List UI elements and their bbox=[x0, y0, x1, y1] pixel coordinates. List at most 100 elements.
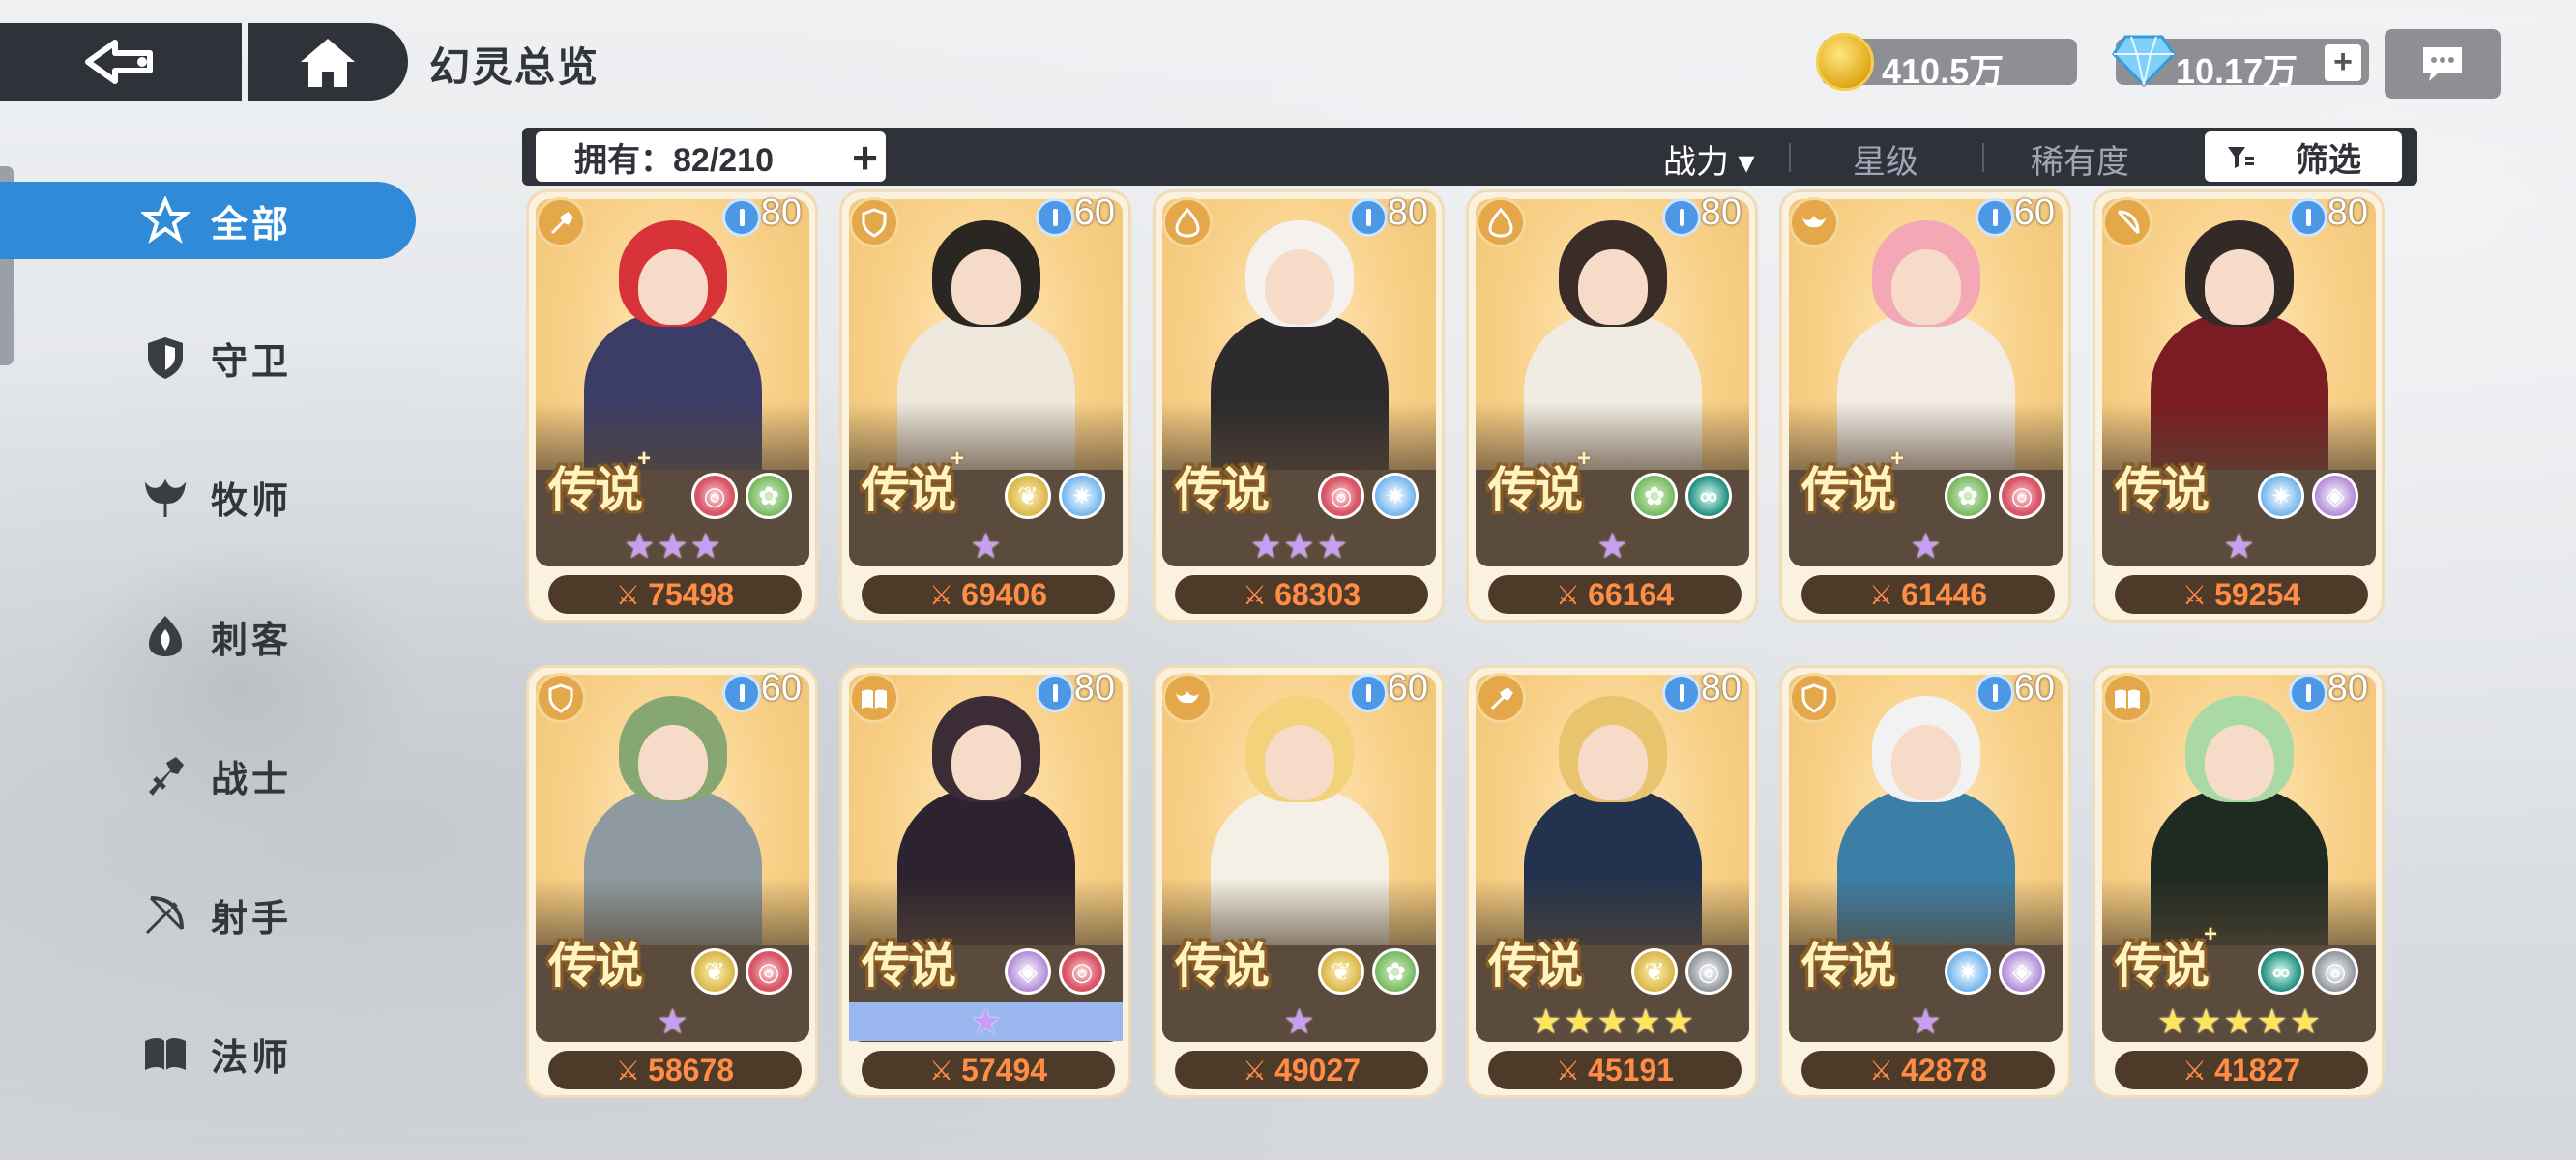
power-value: 69406 bbox=[961, 576, 1048, 612]
combat-power: ⚔ 68303 bbox=[1175, 575, 1428, 614]
combat-power: ⚔ 49027 bbox=[1175, 1051, 1428, 1089]
power-value: 58678 bbox=[648, 1052, 735, 1088]
element-gray-icon: ◎ bbox=[1685, 948, 1732, 995]
star-icon: ★ bbox=[2156, 1001, 2189, 1041]
hero-card[interactable]: 80 传说 ◎ ✷ ★ ★ ★ ⚔ 68303 bbox=[1153, 189, 1445, 623]
hero-card[interactable]: 60 传说 ✷ ◈ ★ ⚔ 42878 bbox=[1779, 665, 2071, 1098]
star-icon: ★ bbox=[1250, 526, 1282, 566]
rarity-label: 传说 bbox=[1488, 463, 1583, 517]
element-red-icon: ◎ bbox=[746, 948, 792, 995]
hero-level: 60 bbox=[1073, 192, 1115, 233]
element-purple-icon: ◈ bbox=[1999, 948, 2045, 995]
combat-power: ⚔ 59254 bbox=[2115, 575, 2368, 614]
sidebar-item-label: 法师 bbox=[211, 1037, 293, 1079]
archer-icon bbox=[145, 896, 184, 935]
star-icon: ★ bbox=[1596, 1001, 1628, 1041]
filter-label: 筛选 bbox=[2296, 141, 2361, 179]
page-title: 幻灵总览 bbox=[429, 44, 600, 90]
star-rating: ★ bbox=[849, 1001, 1123, 1041]
hero-card[interactable]: 60 传说 + ❦ ✷ ★ ⚔ 69406 bbox=[839, 189, 1131, 623]
back-button[interactable] bbox=[0, 23, 242, 101]
crossed-swords-icon: ⚔ bbox=[1555, 1055, 1581, 1086]
hero-card[interactable]: 60 传说 ❦ ✿ ★ ⚔ 49027 bbox=[1153, 665, 1445, 1098]
class-archer-icon bbox=[2102, 197, 2152, 247]
gold-currency: 410.5万 bbox=[1816, 33, 2077, 91]
element-green-icon: ✿ bbox=[1372, 948, 1419, 995]
rarity-plus: + bbox=[637, 446, 652, 472]
hero-level: 80 bbox=[1387, 192, 1428, 233]
hero-card[interactable]: 80 传说 ❦ ◎ ★ ★ ★ ★ ★ ⚔ 45191 bbox=[1466, 665, 1758, 1098]
owned-count-box[interactable]: 拥有：82/210 + bbox=[536, 131, 886, 184]
class-warrior-icon bbox=[1476, 673, 1526, 723]
class-mage-icon bbox=[2102, 673, 2152, 723]
level-info-icon bbox=[1036, 198, 1074, 237]
rarity-label: 传说 bbox=[1488, 939, 1583, 993]
crossed-swords-icon: ⚔ bbox=[2181, 1055, 2208, 1086]
sidebar-item-label: 刺客 bbox=[211, 620, 293, 661]
power-value: 61446 bbox=[1901, 576, 1988, 612]
power-value: 66164 bbox=[1588, 576, 1675, 612]
sidebar-item-priest[interactable]: 牧师 bbox=[0, 458, 416, 536]
sort-by-power[interactable]: 战力 ▾ bbox=[1663, 135, 1755, 183]
rarity-plus: + bbox=[1890, 446, 1905, 472]
filter-button[interactable]: 筛选 bbox=[2205, 131, 2402, 182]
star-icon: ★ bbox=[1662, 1001, 1695, 1041]
power-value: 45191 bbox=[1588, 1052, 1675, 1088]
sidebar-item-warrior[interactable]: 战士 bbox=[0, 737, 416, 814]
power-value: 68303 bbox=[1274, 576, 1361, 612]
sort-by-stars[interactable]: 星级 bbox=[1853, 135, 1918, 183]
rarity-label: 传说 bbox=[548, 939, 643, 993]
hero-level: 80 bbox=[1700, 192, 1742, 233]
element-red-icon: ◎ bbox=[691, 473, 738, 519]
hero-card[interactable]: 80 传说 ◈ ◎ ★ ⚔ 57494 bbox=[839, 665, 1131, 1098]
sidebar-item-all[interactable]: 全部 bbox=[0, 182, 416, 259]
hero-level: 80 bbox=[760, 192, 802, 233]
class-assassin-icon bbox=[1476, 197, 1526, 247]
sidebar-item-mage[interactable]: 法师 bbox=[0, 1015, 416, 1092]
hero-card[interactable]: 80 传说 ✷ ◈ ★ ⚔ 59254 bbox=[2093, 189, 2385, 623]
chat-button[interactable] bbox=[2385, 29, 2501, 99]
home-button[interactable] bbox=[248, 23, 408, 101]
hero-card[interactable]: 60 传说 + ✿ ◎ ★ ⚔ 61446 bbox=[1779, 189, 2071, 623]
hero-card[interactable]: 80 传说 + ✿ ∞ ★ ⚔ 66164 bbox=[1466, 189, 1758, 623]
combat-power: ⚔ 61446 bbox=[1801, 575, 2055, 614]
hero-card[interactable]: 80 传说 + ◎ ✿ ★ ★ ★ ⚔ 75498 bbox=[526, 189, 818, 623]
element-gold-icon: ❦ bbox=[1631, 948, 1678, 995]
plus-icon[interactable]: + bbox=[852, 131, 878, 184]
class-priest-icon bbox=[1162, 673, 1213, 723]
star-rating: ★ ★ ★ ★ ★ bbox=[2102, 1001, 2376, 1041]
star-icon: ★ bbox=[2223, 526, 2255, 566]
star-rating: ★ bbox=[1162, 1001, 1436, 1041]
element-blue-icon: ✷ bbox=[1059, 473, 1105, 519]
element-red-icon: ◎ bbox=[1999, 473, 2045, 519]
crossed-swords-icon: ⚔ bbox=[1868, 1055, 1894, 1086]
element-gold-icon: ❦ bbox=[1318, 948, 1364, 995]
sidebar-item-archer[interactable]: 射手 bbox=[0, 876, 416, 953]
rarity-label: 传说 bbox=[1175, 939, 1270, 993]
star-rating: ★ bbox=[1476, 526, 1749, 566]
star-rating: ★ bbox=[1789, 1001, 2063, 1041]
element-teal-icon: ∞ bbox=[2258, 948, 2304, 995]
level-info-icon bbox=[2289, 674, 2327, 712]
hero-card[interactable]: 60 传说 ❦ ◎ ★ ⚔ 58678 bbox=[526, 665, 818, 1098]
star-rating: ★ bbox=[2102, 526, 2376, 566]
level-info-icon bbox=[1349, 198, 1388, 237]
sidebar-item-assassin[interactable]: 刺客 bbox=[0, 597, 416, 675]
rarity-label: 传说 bbox=[1801, 463, 1896, 517]
filter-icon bbox=[2228, 147, 2254, 168]
hero-card[interactable]: 80 传说 + ∞ ◎ ★ ★ ★ ★ ★ ⚔ 41827 bbox=[2093, 665, 2385, 1098]
sidebar-item-label: 守卫 bbox=[211, 341, 293, 383]
sidebar-item-label: 全部 bbox=[211, 204, 293, 246]
priest-icon bbox=[144, 478, 187, 517]
sort-by-rarity[interactable]: 稀有度 bbox=[2031, 135, 2129, 183]
star-icon: ★ bbox=[1910, 526, 1942, 566]
element-blue-icon: ✷ bbox=[2258, 473, 2304, 519]
hero-level: 60 bbox=[1387, 668, 1428, 709]
add-gems-button[interactable]: + bbox=[2325, 44, 2361, 81]
star-icon: ★ bbox=[657, 526, 688, 566]
sidebar-item-guard[interactable]: 守卫 bbox=[0, 319, 416, 396]
owned-count: 拥有：82/210 bbox=[574, 141, 774, 179]
star-rating: ★ bbox=[536, 1001, 809, 1041]
class-guard-icon bbox=[1789, 673, 1839, 723]
hero-level: 80 bbox=[2327, 192, 2368, 233]
